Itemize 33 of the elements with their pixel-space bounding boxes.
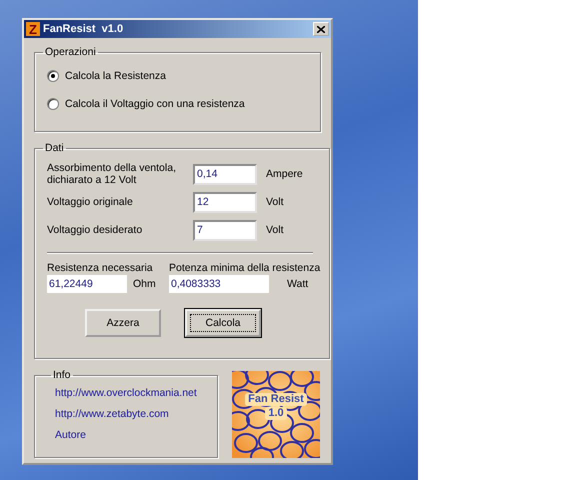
unit-label: Ohm — [133, 278, 156, 290]
close-icon — [317, 26, 325, 32]
result-field[interactable]: 0,4083333 — [169, 275, 269, 293]
field-label: Assorbimento della ventola, dichiarato a 12 Volt — [47, 162, 177, 186]
group-label: Dati — [44, 142, 65, 154]
result-label: Potenza minima della resistenza — [169, 262, 319, 274]
unit-label: Volt — [266, 196, 285, 208]
field-label: Voltaggio desiderato — [47, 224, 144, 236]
input-field[interactable]: 12 — [193, 192, 257, 212]
radio-label[interactable]: Calcola la Resistenza — [65, 70, 166, 82]
app-icon: Z — [26, 22, 40, 36]
logo-title: Fan Resist — [245, 393, 307, 406]
group-label: Info — [52, 369, 72, 381]
unit-label: Watt — [287, 278, 308, 290]
logo-version: 1.0 — [265, 407, 287, 420]
link[interactable]: http://www.zetabyte.com — [55, 404, 207, 425]
field-label: Voltaggio originale — [47, 196, 134, 208]
action-button[interactable]: Calcola — [185, 309, 261, 337]
result-label: Resistenza necessaria — [47, 262, 154, 274]
input-field[interactable]: 7 — [193, 220, 257, 240]
unit-label: Volt — [266, 224, 285, 236]
radio-button[interactable] — [47, 70, 59, 82]
link[interactable]: http://www.overclockmania.net — [55, 383, 207, 404]
input-field[interactable]: 0,14 — [193, 164, 257, 184]
action-button[interactable]: Azzera — [85, 309, 161, 337]
window-title: FanResist v1.0 — [43, 23, 124, 35]
unit-label: Ampere — [266, 168, 304, 180]
close-button[interactable] — [313, 22, 329, 36]
result-field[interactable]: 61,22449 — [47, 275, 127, 293]
radio-label[interactable]: Calcola il Voltaggio con una resistenza — [65, 98, 245, 110]
radio-button[interactable] — [47, 98, 59, 110]
group-label: Operazioni — [44, 46, 97, 58]
link[interactable]: Autore — [55, 425, 207, 446]
